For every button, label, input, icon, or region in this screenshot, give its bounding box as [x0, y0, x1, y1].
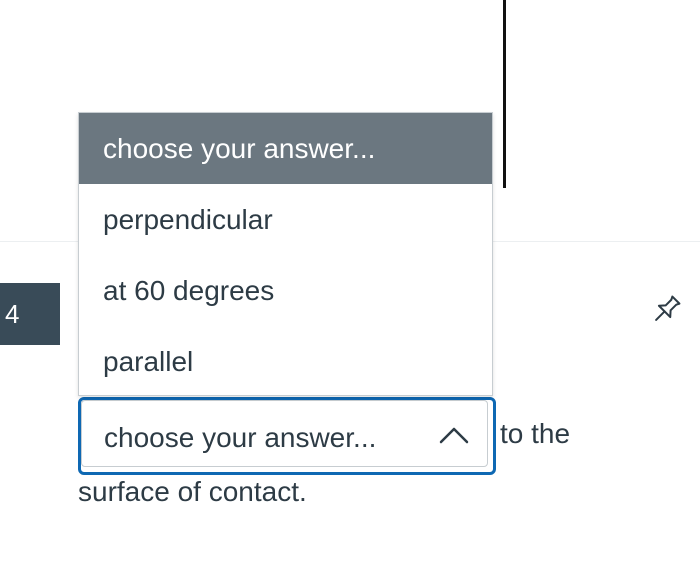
answer-select[interactable]: choose your answer... — [78, 397, 496, 475]
dropdown-option-parallel[interactable]: parallel — [79, 326, 492, 395]
dropdown-option-60-degrees[interactable]: at 60 degrees — [79, 255, 492, 326]
chevron-up-icon[interactable] — [438, 425, 470, 445]
answer-dropdown-list[interactable]: choose your answer... perpendicular at 6… — [78, 112, 493, 396]
image-edge-line — [503, 0, 506, 188]
question-text-after-select: to the — [500, 418, 571, 449]
answer-select-field[interactable]: choose your answer... — [81, 400, 488, 467]
dropdown-option-perpendicular[interactable]: perpendicular — [79, 184, 492, 255]
question-number-badge: 4 — [0, 283, 60, 345]
dropdown-option-placeholder[interactable]: choose your answer... — [79, 113, 492, 184]
question-text-line-two: surface of contact. — [78, 476, 307, 507]
answer-select-value: choose your answer... — [104, 422, 377, 453]
pin-icon[interactable] — [648, 292, 684, 328]
question-number-label: 4 — [5, 299, 20, 329]
